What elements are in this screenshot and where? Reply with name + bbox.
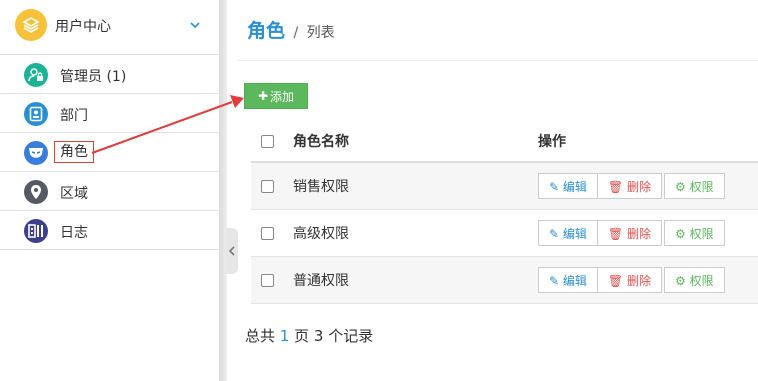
edit-button[interactable]: ✎ 编辑 — [538, 173, 598, 199]
permission-button[interactable]: ⚙ 权限 — [663, 220, 725, 246]
mask-icon — [24, 141, 48, 165]
row-checkbox[interactable] — [261, 179, 274, 193]
sidebar-header[interactable]: 用户中心 — [0, 0, 219, 55]
breadcrumb: 角色 / 列表 — [247, 16, 335, 43]
log-icon — [24, 219, 48, 243]
table-row: 普通权限 ✎ 编辑 🗑 删除 ⚙ 权限 — [251, 256, 758, 304]
row-checkbox[interactable] — [261, 226, 274, 240]
map-pin-icon — [24, 180, 48, 204]
role-name: 销售权限 — [279, 162, 537, 210]
edit-button[interactable]: ✎ 编辑 — [538, 220, 598, 246]
gear-icon: ⚙ — [674, 227, 686, 241]
column-header-name: 角色名称 — [279, 121, 537, 163]
pagination-summary: 总共 1 页 3 个记录 — [245, 325, 373, 346]
sidebar-divider — [220, 0, 227, 381]
permission-label: 权限 — [689, 227, 714, 241]
sidebar-title: 用户中心 — [55, 19, 111, 35]
role-name: 普通权限 — [279, 256, 537, 304]
sidebar-item-label: 日志 — [60, 225, 88, 241]
edit-label: 编辑 — [562, 180, 587, 194]
pager-suffix: 个记录 — [328, 327, 374, 345]
edit-icon: ✎ — [549, 180, 560, 194]
gear-icon: ⚙ — [674, 180, 686, 194]
main-content: 角色 / 列表 ✚ 添加 角色名称 操作 销售权限 ✎ 编辑🗑 删除⚙ 权限 — [238, 0, 758, 381]
delete-label: 删除 — [626, 227, 651, 241]
trash-icon: 🗑 — [607, 227, 624, 241]
chevron-left-icon — [228, 246, 235, 256]
role-name: 高级权限 — [279, 209, 537, 257]
user-lock-icon — [24, 63, 48, 87]
layers-icon — [15, 9, 47, 41]
gear-icon: ⚙ — [674, 274, 686, 288]
edit-icon: ✎ — [549, 274, 560, 288]
sidebar: 用户中心 管理员 (1) 部门 角色 区域 日志 — [0, 0, 220, 381]
header-divider — [238, 60, 758, 61]
table-row: 销售权限 ✎ 编辑 🗑 删除 ⚙ 权限 — [251, 162, 758, 210]
column-header-actions: 操作 — [537, 121, 758, 163]
collapse-sidebar-handle[interactable] — [226, 228, 238, 274]
sidebar-item-region[interactable]: 区域 — [0, 172, 219, 211]
permission-button[interactable]: ⚙ 权限 — [663, 267, 725, 293]
breadcrumb-sub: 列表 — [306, 25, 335, 41]
role-table: 角色名称 操作 销售权限 ✎ 编辑 🗑 删除 ⚙ 权限 高级权限 ✎ 编辑 🗑 删除 ⚙… — [251, 121, 758, 304]
row-checkbox[interactable] — [261, 273, 274, 287]
delete-button[interactable]: 🗑 删除 — [596, 173, 662, 199]
permission-button[interactable]: ⚙ 权限 — [663, 173, 725, 199]
edit-icon: ✎ — [549, 227, 560, 241]
sidebar-item-label: 角色 — [54, 141, 94, 163]
sidebar-item-admin[interactable]: 管理员 (1) — [0, 55, 219, 94]
permission-label: 权限 — [689, 274, 714, 288]
sidebar-item-label: 区域 — [60, 186, 88, 202]
edit-label: 编辑 — [562, 274, 587, 288]
pager-pages[interactable]: 1 — [280, 327, 290, 345]
pager-prefix: 总共 — [245, 327, 276, 345]
pager-mid: 页 — [294, 327, 310, 345]
delete-label: 删除 — [626, 180, 651, 194]
edit-button[interactable]: ✎ 编辑 — [538, 267, 598, 293]
table-row: 高级权限 ✎ 编辑 🗑 删除 ⚙ 权限 — [251, 209, 758, 257]
trash-icon: 🗑 — [607, 274, 624, 288]
pager-records: 3 — [313, 327, 324, 345]
sidebar-item-department[interactable]: 部门 — [0, 94, 219, 133]
add-button-label: 添加 — [270, 89, 295, 104]
sidebar-item-role[interactable]: 角色 — [0, 133, 219, 172]
edit-label: 编辑 — [562, 227, 587, 241]
sidebar-item-label: 部门 — [60, 108, 88, 124]
trash-icon: 🗑 — [607, 180, 624, 194]
page-title: 角色 — [247, 20, 286, 42]
permission-label: 权限 — [689, 180, 714, 194]
chevron-down-icon[interactable] — [188, 18, 202, 32]
delete-label: 删除 — [626, 274, 651, 288]
table-header-row: 角色名称 操作 — [251, 121, 758, 163]
sidebar-item-log[interactable]: 日志 — [0, 211, 219, 250]
sidebar-item-label: 管理员 (1) — [60, 69, 127, 85]
breadcrumb-separator: / — [293, 25, 299, 41]
delete-button[interactable]: 🗑 删除 — [596, 220, 662, 246]
plus-icon: ✚ — [257, 89, 269, 103]
select-all-checkbox[interactable] — [261, 134, 274, 148]
delete-button[interactable]: 🗑 删除 — [596, 267, 662, 293]
add-button[interactable]: ✚ 添加 — [244, 83, 308, 109]
id-card-icon — [24, 102, 48, 126]
